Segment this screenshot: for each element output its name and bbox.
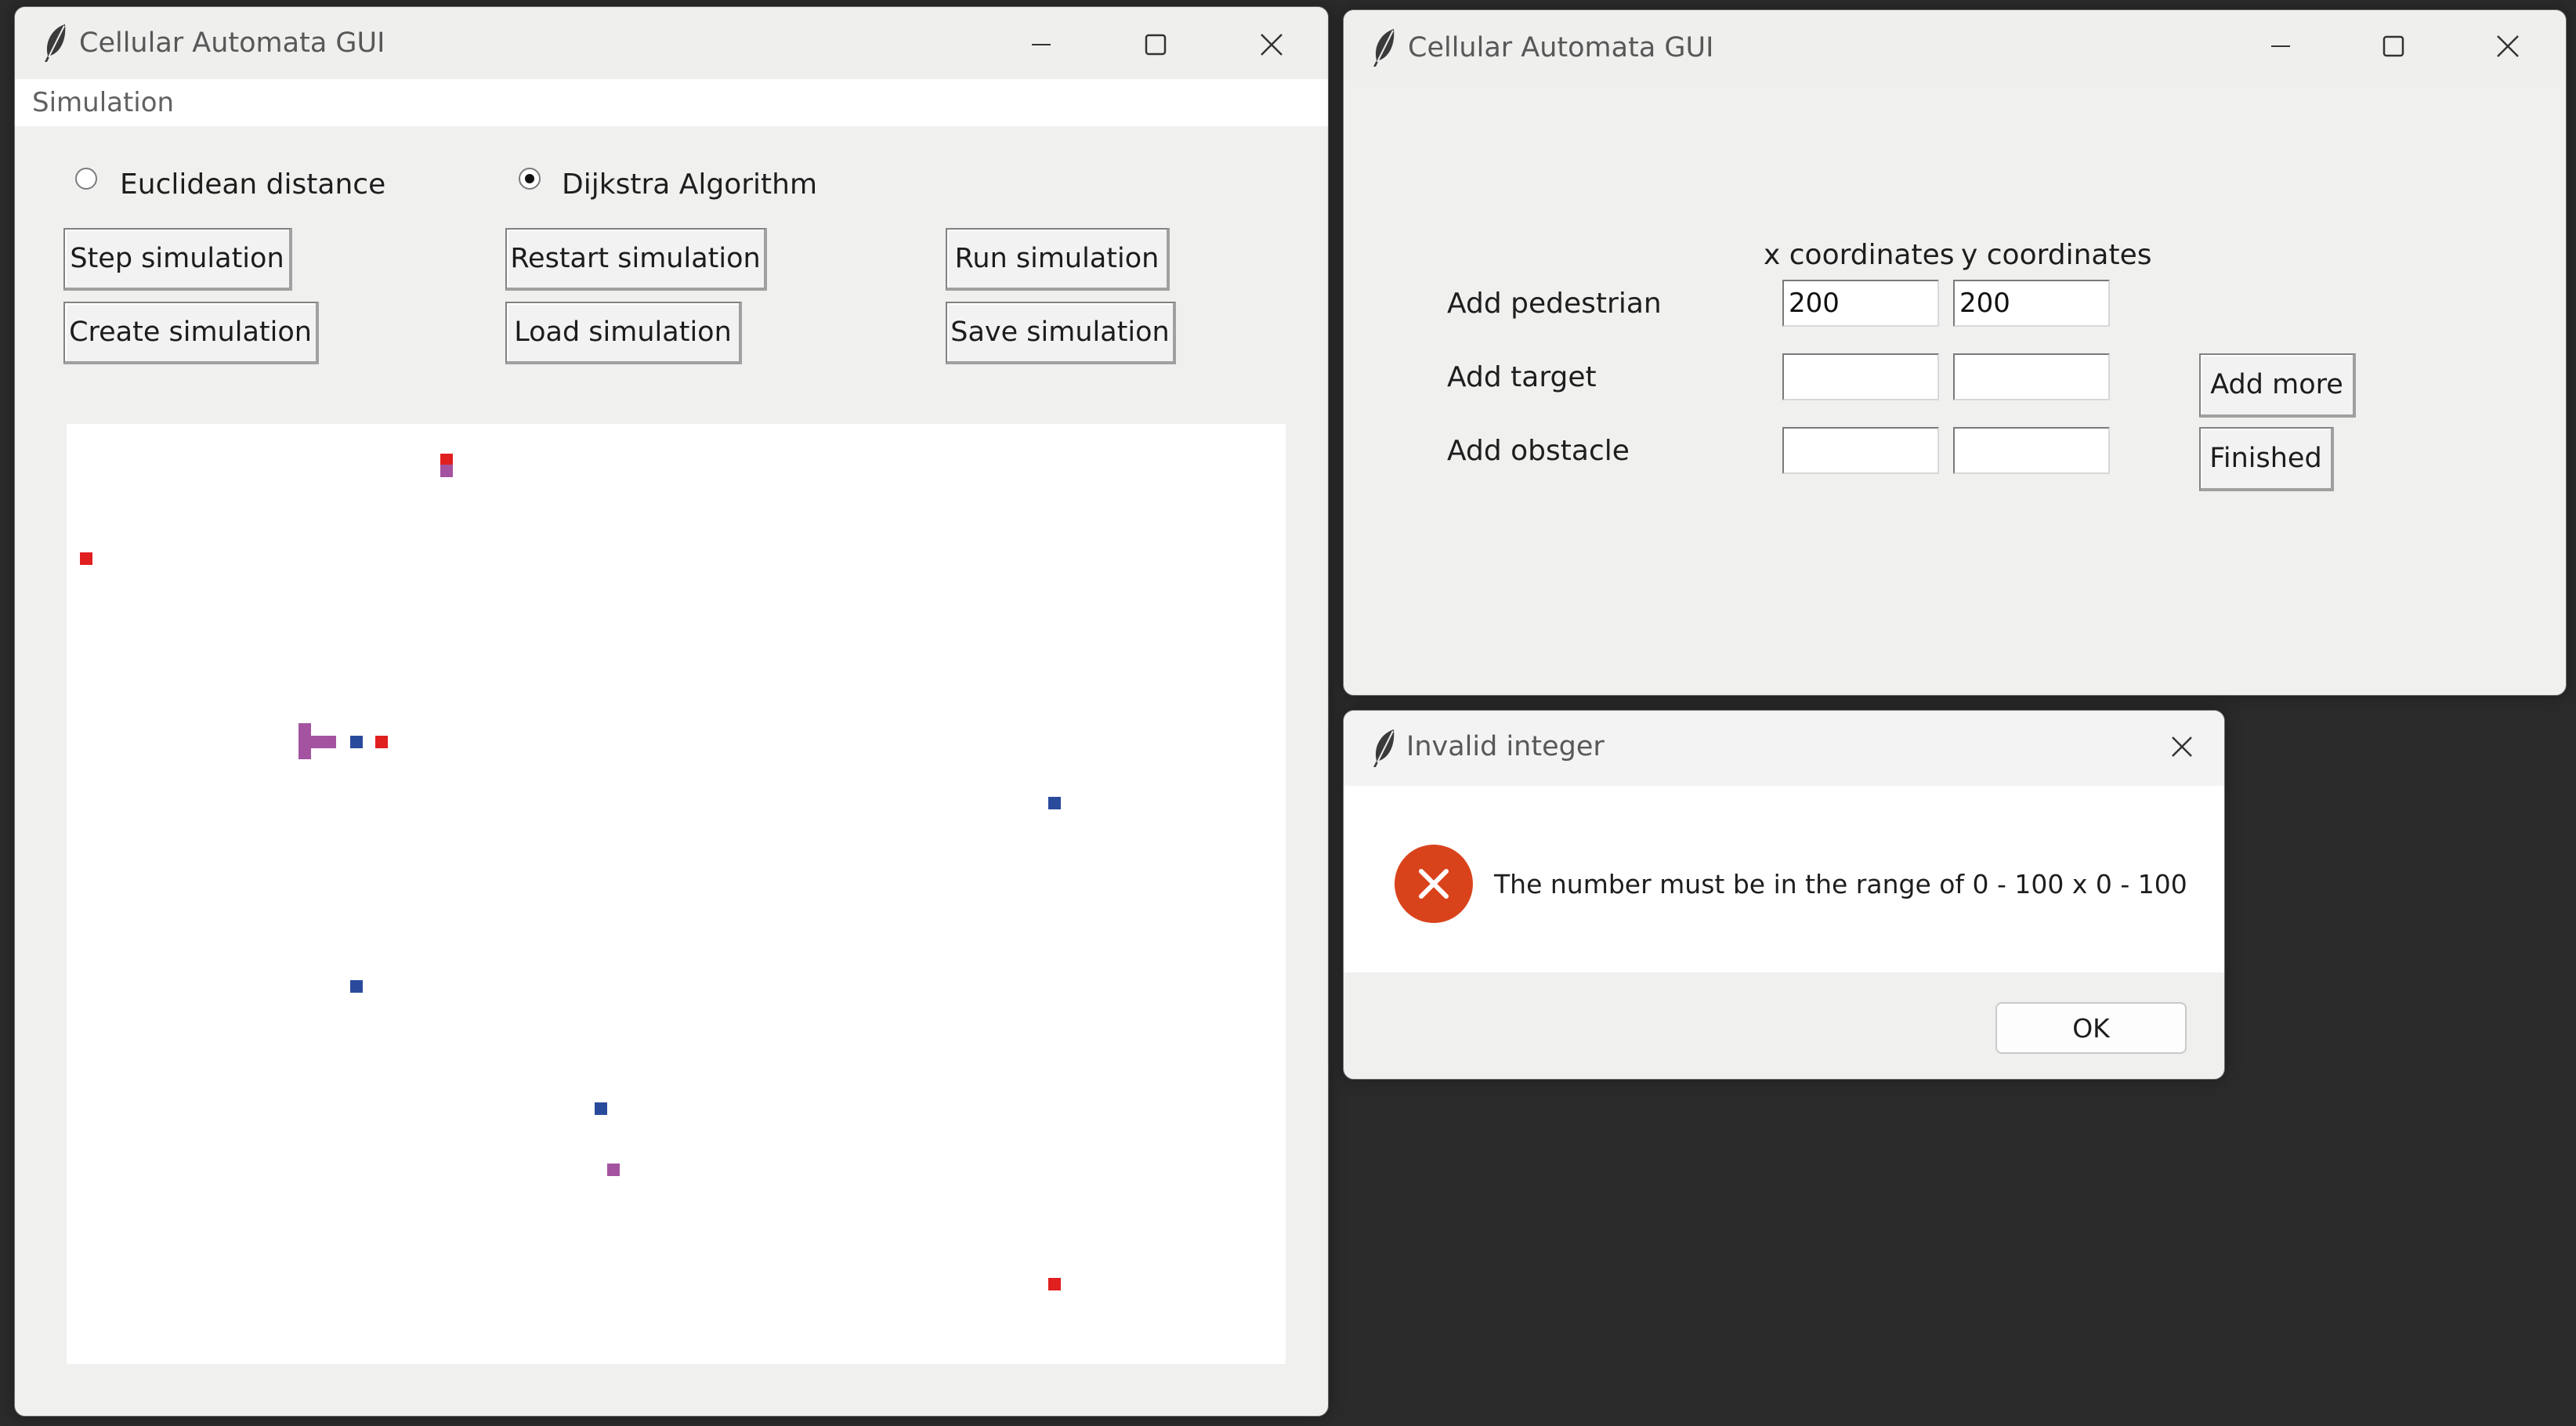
add-obstacle-label: Add obstacle [1447,435,1630,467]
window-title: Cellular Automata GUI [1408,32,1714,63]
window-title: Cellular Automata GUI [79,27,385,59]
euclidean-label[interactable]: Euclidean distance [120,168,385,201]
error-icon [1395,845,1473,923]
add-elements-window: Cellular Automata GUI x coordinates y co… [1343,9,2567,696]
restart-simulation-button[interactable]: Restart simulation [505,228,767,291]
feather-icon [1373,29,1395,67]
euclidean-radio[interactable] [74,167,98,190]
obstacle-y-field[interactable] [1953,427,2110,474]
target-cell [375,736,388,748]
close-icon [2172,737,2192,757]
target-cell [1048,1278,1061,1290]
target-y-field[interactable] [1953,353,2110,400]
close-icon [2497,35,2519,57]
dijkstra-radio[interactable] [518,167,541,190]
add-pedestrian-label: Add pedestrian [1447,288,1662,320]
run-simulation-button[interactable]: Run simulation [946,228,1170,291]
pedestrian-x-field[interactable] [1782,280,1939,327]
dialog-title: Invalid integer [1406,731,1605,762]
maximize-icon [2382,35,2404,57]
feather-icon [45,24,66,62]
simulation-canvas[interactable] [67,424,1286,1364]
feather-icon [1373,729,1395,767]
close-button[interactable] [1243,16,1300,73]
step-simulation-button[interactable]: Step simulation [63,228,292,291]
finished-button[interactable]: Finished [2199,427,2334,491]
minimize-icon [2271,45,2290,47]
minimize-button[interactable] [2252,18,2309,74]
main-window: Cellular Automata GUI Simulation Euclide… [14,6,1329,1417]
pedestrian-y-field[interactable] [1953,280,2110,327]
minimize-button[interactable] [1013,16,1069,73]
maximize-icon [1145,34,1167,56]
target-cell [440,454,453,465]
y-coordinates-header: y coordinates [1961,239,2152,271]
message-area: The number must be in the range of 0 - 1… [1344,786,2224,972]
menu-simulation[interactable]: Simulation [32,87,174,118]
maximize-button[interactable] [2365,18,2422,74]
path-cell [607,1164,620,1176]
save-simulation-button[interactable]: Save simulation [946,302,1176,364]
add-more-button[interactable]: Add more [2199,353,2356,418]
target-cell [80,552,92,565]
close-icon [1261,34,1283,56]
obstacle-x-field[interactable] [1782,427,1939,474]
error-dialog: Invalid integer The number must be in th… [1343,710,2225,1080]
title-bar[interactable]: Invalid integer [1344,711,2224,786]
path-cell [298,736,336,748]
x-coordinates-header: x coordinates [1764,239,1955,271]
add-target-label: Add target [1447,361,1597,393]
load-simulation-button[interactable]: Load simulation [505,302,742,364]
title-bar[interactable]: Cellular Automata GUI [15,7,1328,79]
close-button[interactable] [2480,18,2536,74]
dijkstra-label[interactable]: Dijkstra Algorithm [562,168,817,201]
maximize-button[interactable] [1127,16,1184,73]
close-button[interactable] [2154,718,2210,775]
pedestrian-cell [1048,797,1061,809]
menu-bar: Simulation [15,79,1328,126]
title-bar[interactable]: Cellular Automata GUI [1344,10,2566,85]
minimize-icon [1032,44,1051,45]
path-cell [440,465,453,477]
pedestrian-cell [350,980,363,993]
pedestrian-cell [350,736,363,748]
error-message: The number must be in the range of 0 - 1… [1494,869,2187,899]
target-x-field[interactable] [1782,353,1939,400]
create-simulation-button[interactable]: Create simulation [63,302,319,364]
ok-button[interactable]: OK [1995,1002,2187,1054]
pedestrian-cell [595,1102,607,1115]
